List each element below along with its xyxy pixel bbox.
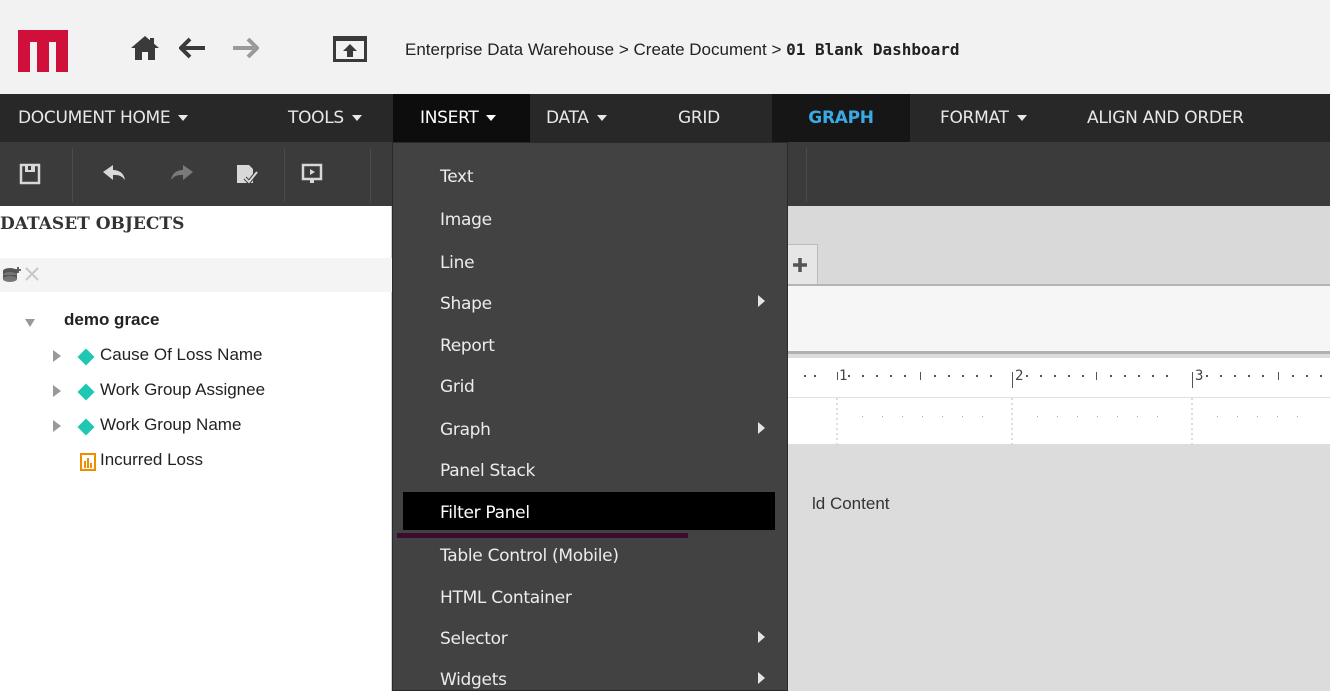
menu-item-line[interactable]: Line (440, 253, 475, 273)
menu-document-home[interactable]: DOCUMENT HOME (18, 94, 189, 142)
submenu-arrow-icon (758, 672, 765, 684)
submenu-arrow-icon (758, 422, 765, 434)
add-content-placeholder[interactable]: ld Content (812, 494, 890, 514)
submenu-arrow-icon (758, 295, 765, 307)
breadcrumb-current: 01 Blank Dashboard (786, 40, 960, 59)
menu-grid[interactable]: GRID (678, 94, 720, 142)
menu-item-graph[interactable]: Graph (440, 420, 491, 440)
chevron-down-icon (1016, 115, 1027, 121)
menu-item-report[interactable]: Report (440, 336, 495, 356)
menu-item-shape[interactable]: Shape (440, 294, 492, 314)
expand-triangle-icon[interactable] (53, 385, 61, 397)
toolbar-divider (72, 148, 73, 202)
breadcrumb: Enterprise Data Warehouse > Create Docum… (405, 40, 960, 60)
menu-tools[interactable]: TOOLS (288, 94, 362, 142)
expand-triangle-icon[interactable] (53, 350, 61, 362)
dataset-toolbar (0, 258, 392, 292)
breadcrumb-path[interactable]: Enterprise Data Warehouse > Create Docum… (405, 40, 786, 59)
brand-logo[interactable] (18, 30, 68, 72)
menu-item-table-control-mobile[interactable]: Table Control (Mobile) (440, 546, 619, 566)
menu-item-selector[interactable]: Selector (440, 629, 508, 649)
toolbar-divider (806, 148, 807, 202)
validate-icon[interactable] (228, 156, 264, 192)
folder-up-icon[interactable] (330, 28, 370, 68)
forward-arrow-icon[interactable] (228, 28, 262, 68)
toolbar-divider (284, 148, 285, 202)
back-arrow-icon[interactable] (176, 28, 210, 68)
menu-item-html-container[interactable]: HTML Container (440, 588, 572, 608)
chevron-down-icon (178, 115, 189, 121)
undo-icon[interactable] (96, 156, 132, 192)
submenu-arrow-icon (758, 631, 765, 643)
home-icon[interactable] (128, 28, 162, 68)
menu-item-widgets[interactable]: Widgets (440, 670, 507, 690)
chevron-down-icon (351, 115, 362, 121)
chevron-down-icon (596, 115, 607, 121)
menu-align-and-order[interactable]: ALIGN AND ORDER (1087, 94, 1244, 142)
menu-insert-label: INSERT (420, 108, 479, 128)
menu-item-text[interactable]: Text (440, 167, 473, 187)
plus-icon (793, 257, 807, 272)
menu-data-label: DATA (546, 108, 589, 128)
dataset-name[interactable]: demo grace (64, 310, 159, 330)
toolbar-divider (370, 148, 371, 202)
menu-graph-label: GRAPH (808, 108, 874, 128)
remove-dataset-icon[interactable] (24, 266, 40, 286)
menu-item-filter-panel[interactable]: Filter Panel (440, 503, 530, 523)
panel-title: DATASET OBJECTS (0, 214, 185, 234)
menu-item-grid[interactable]: Grid (440, 377, 475, 397)
menu-graph[interactable]: GRAPH (772, 94, 910, 142)
menu-tools-label: TOOLS (288, 108, 344, 128)
menu-align-and-order-label: ALIGN AND ORDER (1087, 108, 1244, 128)
collapse-triangle-icon[interactable] (25, 319, 35, 327)
add-dataset-icon[interactable] (2, 266, 22, 288)
menu-grid-label: GRID (678, 108, 720, 128)
menu-insert[interactable]: INSERT (393, 94, 530, 142)
attribute-item[interactable]: Work Group Name (100, 415, 241, 435)
present-icon[interactable] (294, 156, 330, 192)
menu-bar: DOCUMENT HOME TOOLS INSERT DATA GRID GRA… (0, 94, 1330, 142)
redo-icon[interactable] (164, 156, 200, 192)
ruler-mark: 3 (1195, 368, 1204, 384)
expand-triangle-icon[interactable] (53, 420, 61, 432)
menu-format-label: FORMAT (940, 108, 1009, 128)
metric-icon (80, 453, 96, 475)
attribute-item[interactable]: Cause Of Loss Name (100, 345, 263, 365)
ruler-mark: 1 (839, 368, 848, 384)
chevron-down-icon (486, 115, 497, 121)
menu-format[interactable]: FORMAT (940, 94, 1027, 142)
menu-item-panel-stack[interactable]: Panel Stack (440, 461, 535, 481)
ruler-mark: 2 (1015, 368, 1024, 384)
insert-menu-items: Text Image Line Shape Report Grid Graph … (392, 142, 788, 691)
save-icon[interactable] (12, 156, 48, 192)
metric-item[interactable]: Incurred Loss (100, 450, 203, 470)
menu-document-home-label: DOCUMENT HOME (18, 108, 171, 128)
attribute-item[interactable]: Work Group Assignee (100, 380, 265, 400)
menu-item-image[interactable]: Image (440, 210, 492, 230)
menu-data[interactable]: DATA (546, 94, 607, 142)
